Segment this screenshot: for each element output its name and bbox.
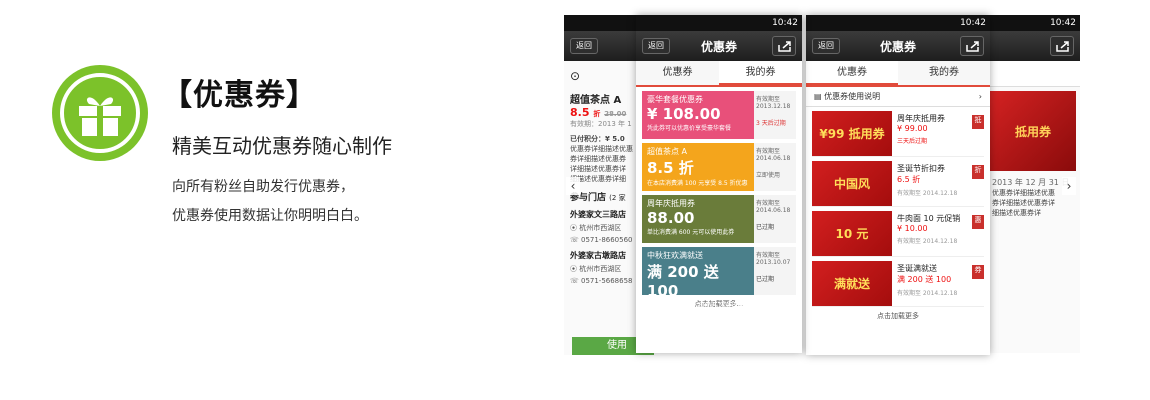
description-line-1: 向所有粉丝自助发行优惠券， — [172, 179, 354, 195]
promo-banner: 【优惠券】 精美互动优惠券随心制作 向所有粉丝自助发行优惠券， 优惠券使用数据让… — [0, 0, 1150, 400]
tab-my-coupons[interactable]: 我的券 — [898, 61, 990, 85]
tab-bar: 优惠券 我的券 — [806, 61, 990, 87]
coupon-list: 豪华套餐优惠券 ¥ 108.00 凭此券可以优惠价享受豪华套餐 有效期至 2013… — [636, 91, 802, 309]
status-bar: 10:42 — [636, 15, 802, 31]
page-subtitle: 精美互动优惠券随心制作 — [172, 134, 392, 158]
coupon-card[interactable]: 超值茶点 A 8.5 折 在本店消费满 100 元享受 8.5 折优惠 有效期至… — [642, 143, 796, 191]
back-button[interactable]: 返回 — [570, 38, 598, 54]
list-item[interactable]: 10 元 牛肉面 10 元促销 ¥ 10.00 有效期至 2014.12.18 惠 — [812, 211, 984, 257]
tab-coupons[interactable]: 优惠券 — [636, 61, 719, 85]
tab-bar: 优惠券 我的券 — [636, 61, 802, 87]
coupon-desc-line: 细描述优惠券详 — [992, 209, 1041, 217]
coupon-type-badge: 抵 — [972, 115, 984, 129]
coupon-card[interactable]: 周年庆抵用券 88.00 单比消费满 600 元可以使用此券 有效期至 2014.… — [642, 195, 796, 243]
coupon-card[interactable]: 中秋狂欢满就送 满 200 送 100 在本店单笔消费满 200 送 100 现… — [642, 247, 796, 309]
status-bar: 10:42 — [806, 15, 990, 31]
list-item[interactable]: 满就送 圣诞满就送满 200 送 100 有效期至 2014.12.18 券 — [812, 261, 984, 307]
chevron-right-icon: › — [978, 92, 982, 101]
phone-coupon-list: 10:42 返回 优惠券 优惠券 我的券 豪华套餐优惠券 ¥ 108.00 凭此… — [636, 15, 802, 353]
share-icon[interactable] — [960, 36, 984, 56]
tab-coupons[interactable]: 优惠券 — [806, 61, 898, 85]
coupon-type-badge: 券 — [972, 265, 984, 279]
usage-guide-link[interactable]: ▤ 优惠券使用说明 › — [806, 87, 990, 107]
coupon-image: 中国风 — [812, 161, 892, 206]
coupon-type-badge: 折 — [972, 165, 984, 179]
screen-title: 优惠券 — [879, 39, 916, 54]
title-bar: 返回 优惠券 — [636, 31, 802, 61]
list-item[interactable]: 中国风 圣诞节折扣券 6.5 折有效期至 2014.12.18 折 — [812, 161, 984, 207]
back-button[interactable]: 返回 — [812, 38, 840, 54]
title-bar — [986, 31, 1080, 61]
coupon-image: 10 元 — [812, 211, 892, 256]
screen-title: 优惠券 — [700, 39, 737, 54]
tab-my-coupons[interactable]: 我的券 — [719, 61, 802, 85]
coupon-desc-line: 券详细描述优惠券详 — [992, 199, 1055, 207]
share-icon[interactable] — [1050, 36, 1074, 56]
chevron-right-icon[interactable]: › — [1062, 177, 1076, 195]
coupon-image: 满就送 — [812, 261, 892, 306]
back-button[interactable]: 返回 — [642, 38, 670, 54]
list-item[interactable]: ¥99 抵用券 周年庆抵用券 ¥ 99.00 三天后过期 抵 — [812, 111, 984, 157]
chevron-left-icon[interactable]: ‹ — [566, 177, 580, 195]
load-more-link[interactable]: 点击加载更多 — [806, 311, 990, 321]
coupon-type-badge: 惠 — [972, 215, 984, 229]
status-bar: 10:42 — [986, 15, 1080, 31]
share-icon[interactable] — [772, 36, 796, 56]
phone-my-coupons: 10:42 返回 优惠券 优惠券 我的券 ▤ 优惠券使用说明 › ¥99 抵用券 … — [806, 15, 990, 355]
gift-icon — [52, 65, 148, 161]
page-title: 【优惠券】 — [162, 78, 317, 113]
description-line-2: 优惠券使用数据让你明明白白。 — [172, 208, 368, 224]
title-bar: 返回 优惠券 — [806, 31, 990, 61]
coupon-image: ¥99 抵用券 — [812, 111, 892, 156]
coupon-card[interactable]: 豪华套餐优惠券 ¥ 108.00 凭此券可以优惠价享受豪华套餐 有效期至 2013… — [642, 91, 796, 139]
coupon-banner: 抵用券 — [990, 91, 1076, 171]
